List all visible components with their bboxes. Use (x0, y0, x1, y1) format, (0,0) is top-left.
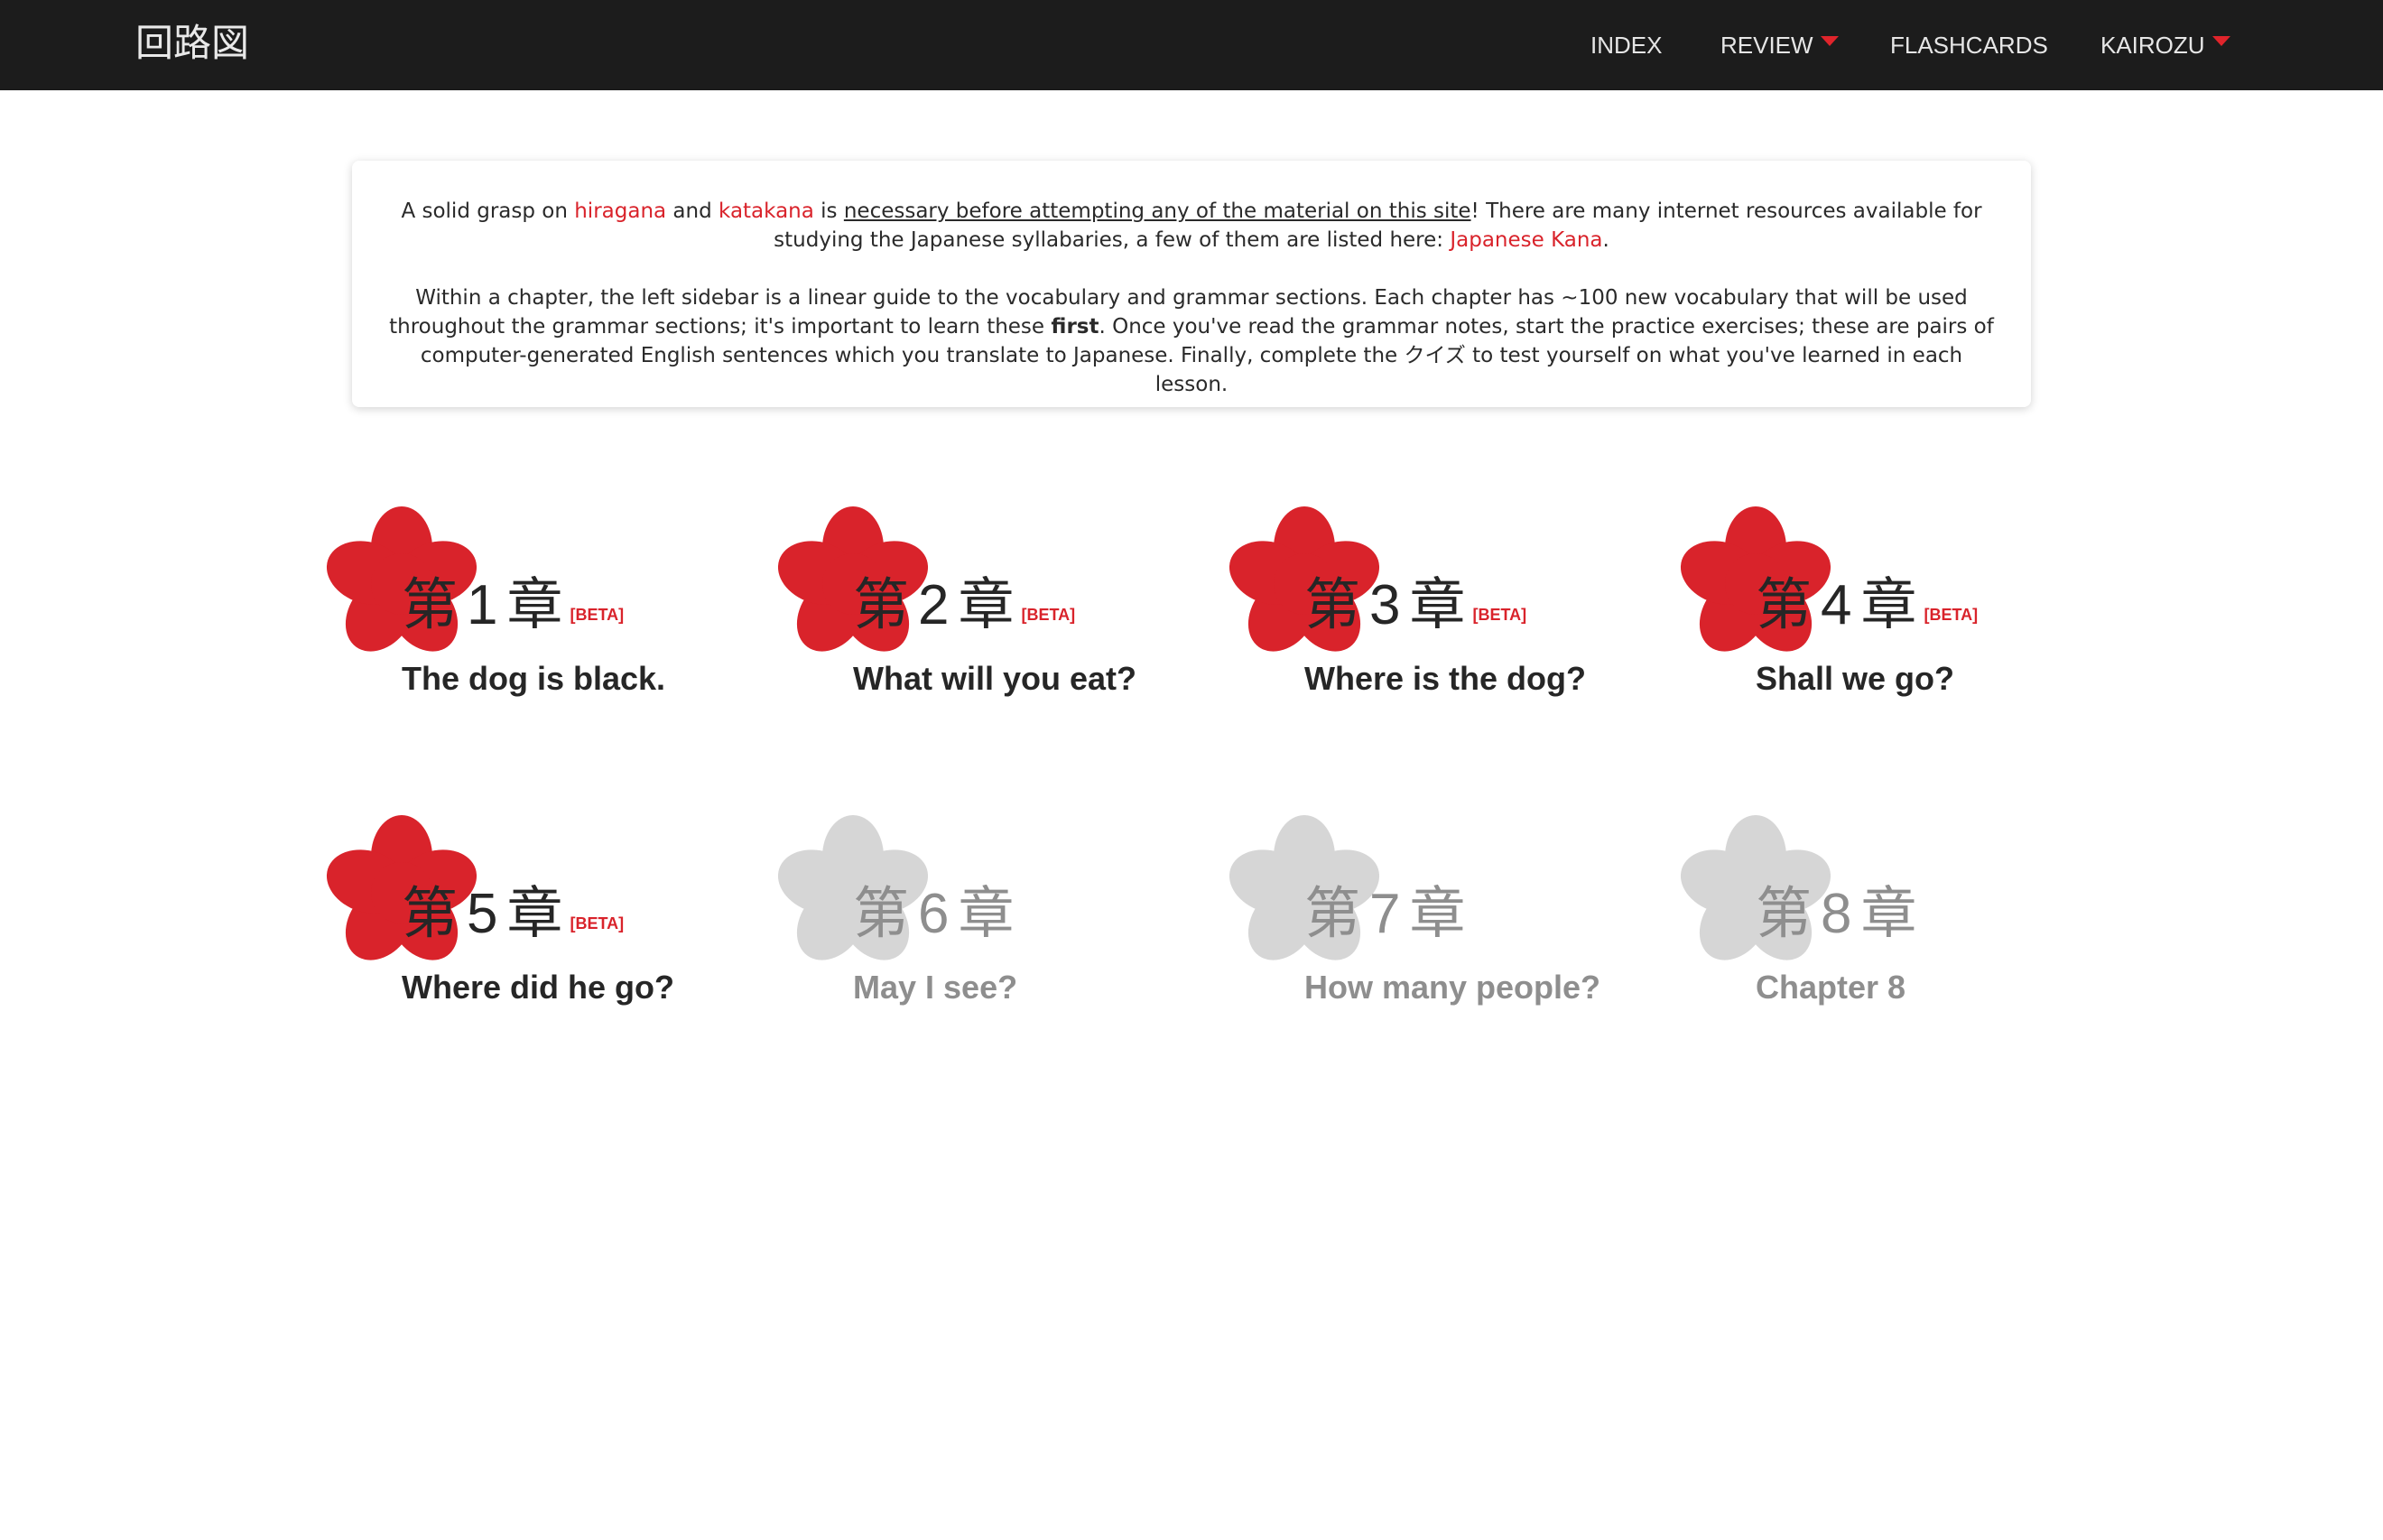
caret-down-icon (2211, 36, 2230, 46)
beta-badge: [BETA] (570, 914, 625, 932)
beta-badge: [BETA] (1924, 606, 1979, 624)
chapter-2-card[interactable]: 第 2 章 [BETA] What will you eat? (772, 501, 1187, 709)
chapter-suffix: 章 (1409, 571, 1466, 637)
intro-text: A solid grasp on (401, 199, 575, 223)
quiz-term: クイズ (1404, 344, 1466, 367)
nav-flashcards[interactable]: FLASHCARDS (1890, 0, 2048, 90)
nav-review-label: REVIEW (1720, 32, 1813, 59)
japanese-kana-link[interactable]: Japanese Kana (1450, 228, 1602, 252)
nav-flashcards-label: FLASHCARDS (1890, 32, 2048, 59)
requirement-note: necessary before attempting any of the m… (843, 199, 1471, 223)
katakana-link[interactable]: katakana (719, 199, 814, 223)
intro-paragraph-guide: Within a chapter, the left sidebar is a … (385, 283, 1998, 399)
chapter-number: 6 (918, 883, 950, 945)
chapter-suffix: 章 (1860, 571, 1917, 637)
nav-index-label: INDEX (1590, 32, 1663, 59)
chapter-prefix: 第 (853, 571, 910, 637)
chapter-heading: 第 4 章 [BETA] (1756, 573, 1978, 646)
nav-index[interactable]: INDEX (1590, 0, 1662, 90)
chapter-title: How many people? (1304, 969, 1601, 1006)
chapter-number: 7 (1369, 883, 1401, 945)
chapter-title: What will you eat? (853, 660, 1137, 697)
chapter-3-card[interactable]: 第 3 章 [BETA] Where is the dog? (1223, 501, 1638, 709)
nav-kairozu-dropdown[interactable]: KAIROZU (2100, 0, 2230, 90)
intro-text: is (813, 199, 844, 223)
chapter-title: May I see? (853, 969, 1018, 1006)
chapter-heading: 第 1 章 [BETA] (402, 573, 624, 646)
chapter-suffix: 章 (958, 880, 1015, 946)
nav-review-dropdown[interactable]: REVIEW (1720, 0, 1839, 90)
chapter-prefix: 第 (1756, 880, 1813, 946)
brand-logo[interactable]: 回路図 (135, 0, 249, 90)
beta-badge: [BETA] (1472, 606, 1527, 624)
chapter-suffix: 章 (1409, 880, 1466, 946)
chapter-prefix: 第 (1756, 571, 1813, 637)
chapter-prefix: 第 (1304, 880, 1361, 946)
caret-down-icon (1820, 36, 1839, 46)
chapter-number: 8 (1821, 883, 1852, 945)
chapter-prefix: 第 (402, 880, 459, 946)
chapter-heading: 第 2 章 [BETA] (853, 573, 1075, 646)
chapter-prefix: 第 (1304, 571, 1361, 637)
chapter-heading: 第6章 (853, 882, 1015, 946)
chapter-title: The dog is black. (402, 660, 666, 697)
chapter-5-card[interactable]: 第 5 章 [BETA] Where did he go? (320, 810, 736, 1017)
chapter-number: 2 (918, 574, 950, 636)
intro-card: A solid grasp on hiragana and katakana i… (352, 161, 2031, 407)
chapter-1-card[interactable]: 第 1 章 [BETA] The dog is black. (320, 501, 736, 709)
chapter-6-card[interactable]: 第 6 章 May I see? (772, 810, 1187, 1017)
chapter-title: Where did he go? (402, 969, 674, 1006)
intro-text: and (666, 199, 719, 223)
chapter-number: 5 (467, 883, 498, 945)
chapter-number: 1 (467, 574, 498, 636)
chapter-heading: 第7章 (1304, 882, 1466, 946)
hiragana-link[interactable]: hiragana (574, 199, 666, 223)
beta-badge: [BETA] (570, 606, 625, 624)
chapter-heading: 第 5 章 [BETA] (402, 882, 624, 955)
chapter-suffix: 章 (958, 571, 1015, 637)
chapter-title: Shall we go? (1756, 660, 1955, 697)
nav-kairozu-label: KAIROZU (2100, 32, 2205, 59)
chapter-title: Where is the dog? (1304, 660, 1587, 697)
chapter-heading: 第 3 章 [BETA] (1304, 573, 1526, 646)
chapter-prefix: 第 (402, 571, 459, 637)
chapter-suffix: 章 (506, 571, 563, 637)
top-navbar: 回路図 INDEX REVIEW FLASHCARDS KAIROZU (0, 0, 2383, 90)
chapter-7-card[interactable]: 第 7 章 How many people? (1223, 810, 1638, 1017)
chapter-suffix: 章 (506, 880, 563, 946)
intro-paragraph-kana: A solid grasp on hiragana and katakana i… (385, 197, 1998, 255)
intro-text: . (1602, 228, 1609, 252)
chapter-suffix: 章 (1860, 880, 1917, 946)
chapter-4-card[interactable]: 第 4 章 [BETA] Shall we go? (1674, 501, 2090, 709)
chapter-number: 4 (1821, 574, 1852, 636)
chapter-prefix: 第 (853, 880, 910, 946)
chapter-title: Chapter 8 (1756, 969, 1906, 1006)
beta-badge: [BETA] (1021, 606, 1076, 624)
chapter-heading: 第8章 (1756, 882, 1917, 946)
chapter-number: 3 (1369, 574, 1401, 636)
emphasis-first: first (1051, 315, 1099, 339)
chapter-8-card[interactable]: 第 8 章 Chapter 8 (1674, 810, 2090, 1017)
